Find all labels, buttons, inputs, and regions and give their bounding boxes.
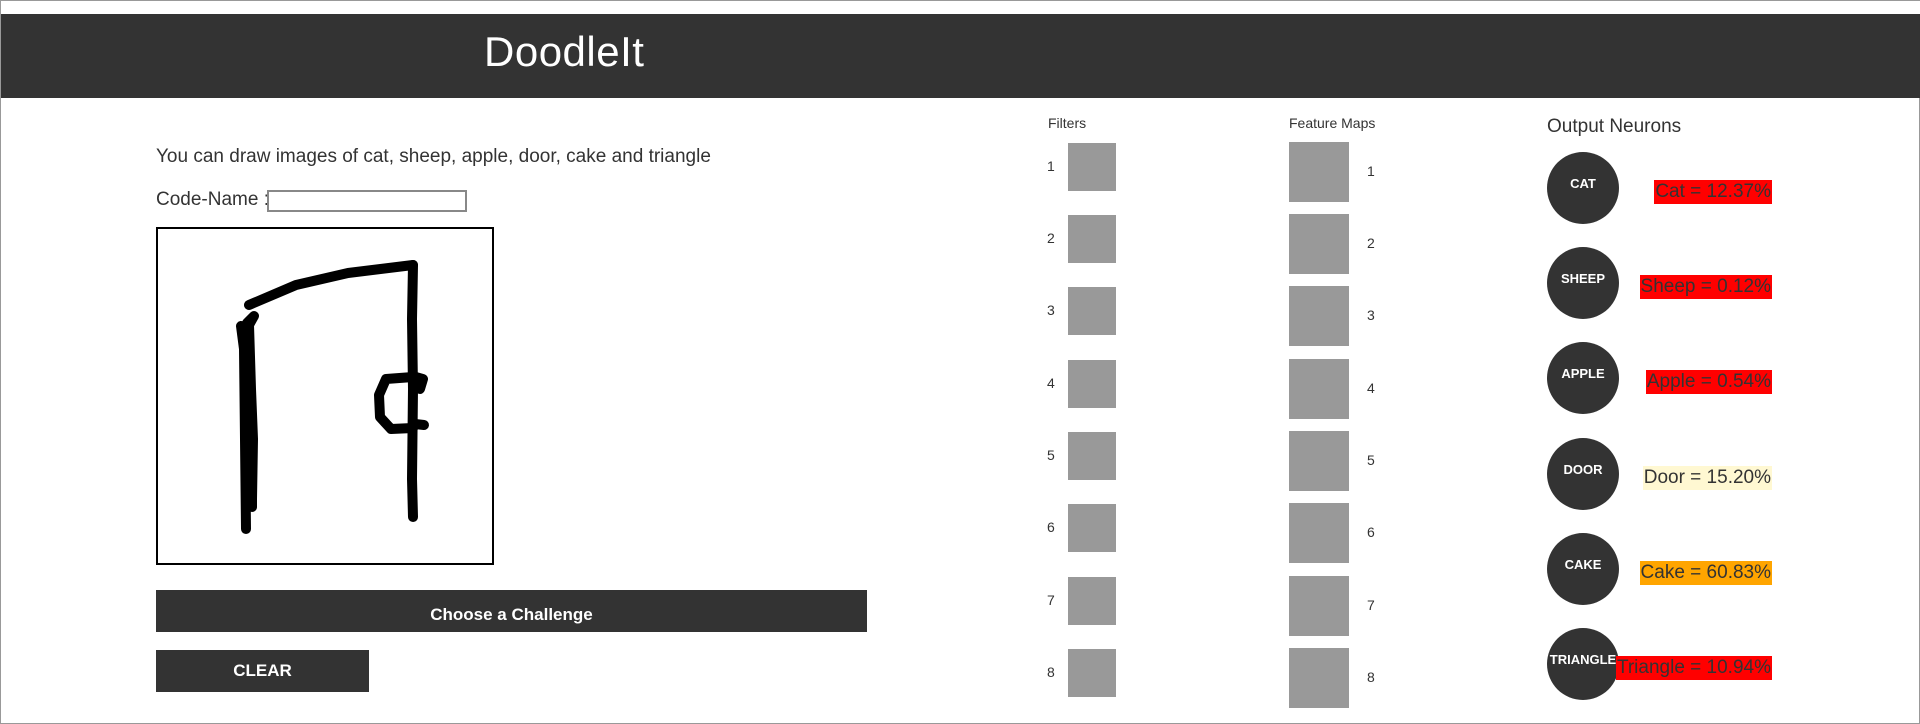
filter-image xyxy=(1068,432,1116,480)
filter-image xyxy=(1068,143,1116,191)
filter-image xyxy=(1068,215,1116,263)
top-strip xyxy=(1,1,1920,15)
neuron-door: DOOR xyxy=(1547,438,1619,510)
neuron-row-triangle: TRIANGLE Triangle = 10.94% xyxy=(1547,628,1797,700)
feature-maps-label: Feature Maps xyxy=(1289,115,1376,131)
filter-number: 5 xyxy=(1047,447,1055,463)
filter-number: 2 xyxy=(1047,230,1055,246)
drawing-canvas[interactable] xyxy=(156,227,494,565)
probability-label-apple: Apple = 0.54% xyxy=(1645,370,1772,394)
feature-map-image xyxy=(1289,576,1349,636)
feature-map-number: 8 xyxy=(1367,669,1375,685)
code-name-label: Code-Name : xyxy=(156,189,269,210)
feature-map-image xyxy=(1289,142,1349,202)
feature-map-number: 2 xyxy=(1367,235,1375,251)
neuron-cat: CAT xyxy=(1547,152,1619,224)
feature-map-number: 3 xyxy=(1367,307,1375,323)
filter-number: 7 xyxy=(1047,592,1055,608)
instructions-text: You can draw images of cat, sheep, apple… xyxy=(156,146,711,167)
filter-image xyxy=(1068,577,1116,625)
app-title: DoodleIt xyxy=(484,28,645,75)
feature-map-number: 7 xyxy=(1367,597,1375,613)
probability-label-triangle: Triangle = 10.94% xyxy=(1615,656,1772,680)
filter-number: 8 xyxy=(1047,664,1055,680)
feature-map-number: 1 xyxy=(1367,163,1375,179)
filter-image xyxy=(1068,287,1116,335)
probability-label-cake: Cake = 60.83% xyxy=(1639,561,1772,585)
feature-map-image xyxy=(1289,359,1349,419)
filter-image xyxy=(1068,504,1116,552)
output-neurons-title: Output Neurons xyxy=(1547,116,1682,137)
feature-map-number: 4 xyxy=(1367,380,1375,396)
filter-number: 1 xyxy=(1047,158,1055,174)
neuron-row-cake: CAKE Cake = 60.83% xyxy=(1547,533,1797,605)
feature-map-image xyxy=(1289,648,1349,708)
neuron-triangle: TRIANGLE xyxy=(1547,628,1619,700)
filter-number: 6 xyxy=(1047,519,1055,535)
feature-map-image xyxy=(1289,503,1349,563)
app-header: DoodleIt xyxy=(1,14,1920,98)
filter-image xyxy=(1068,360,1116,408)
filter-image xyxy=(1068,649,1116,697)
code-name-input[interactable] xyxy=(267,190,467,212)
filter-number: 4 xyxy=(1047,375,1055,391)
choose-challenge-button[interactable]: Choose a Challenge xyxy=(156,590,867,632)
neuron-row-cat: CAT Cat = 12.37% xyxy=(1547,152,1797,224)
probability-label-door: Door = 15.20% xyxy=(1642,466,1772,490)
filters-label: Filters xyxy=(1048,115,1087,131)
probability-label-sheep: Sheep = 0.12% xyxy=(1639,275,1772,299)
probability-label-cat: Cat = 12.37% xyxy=(1654,180,1772,204)
feature-map-image xyxy=(1289,214,1349,274)
neuron-cake: CAKE xyxy=(1547,533,1619,605)
neuron-row-apple: APPLE Apple = 0.54% xyxy=(1547,342,1797,414)
feature-map-image xyxy=(1289,286,1349,346)
neuron-row-sheep: SHEEP Sheep = 0.12% xyxy=(1547,247,1797,319)
feature-map-number: 6 xyxy=(1367,524,1375,540)
clear-button[interactable]: CLEAR xyxy=(156,650,369,692)
neuron-apple: APPLE xyxy=(1547,342,1619,414)
neuron-sheep: SHEEP xyxy=(1547,247,1619,319)
feature-map-number: 5 xyxy=(1367,452,1375,468)
filter-number: 3 xyxy=(1047,302,1055,318)
feature-map-image xyxy=(1289,431,1349,491)
doodle-drawing xyxy=(236,260,429,534)
neuron-row-door: DOOR Door = 15.20% xyxy=(1547,438,1797,510)
